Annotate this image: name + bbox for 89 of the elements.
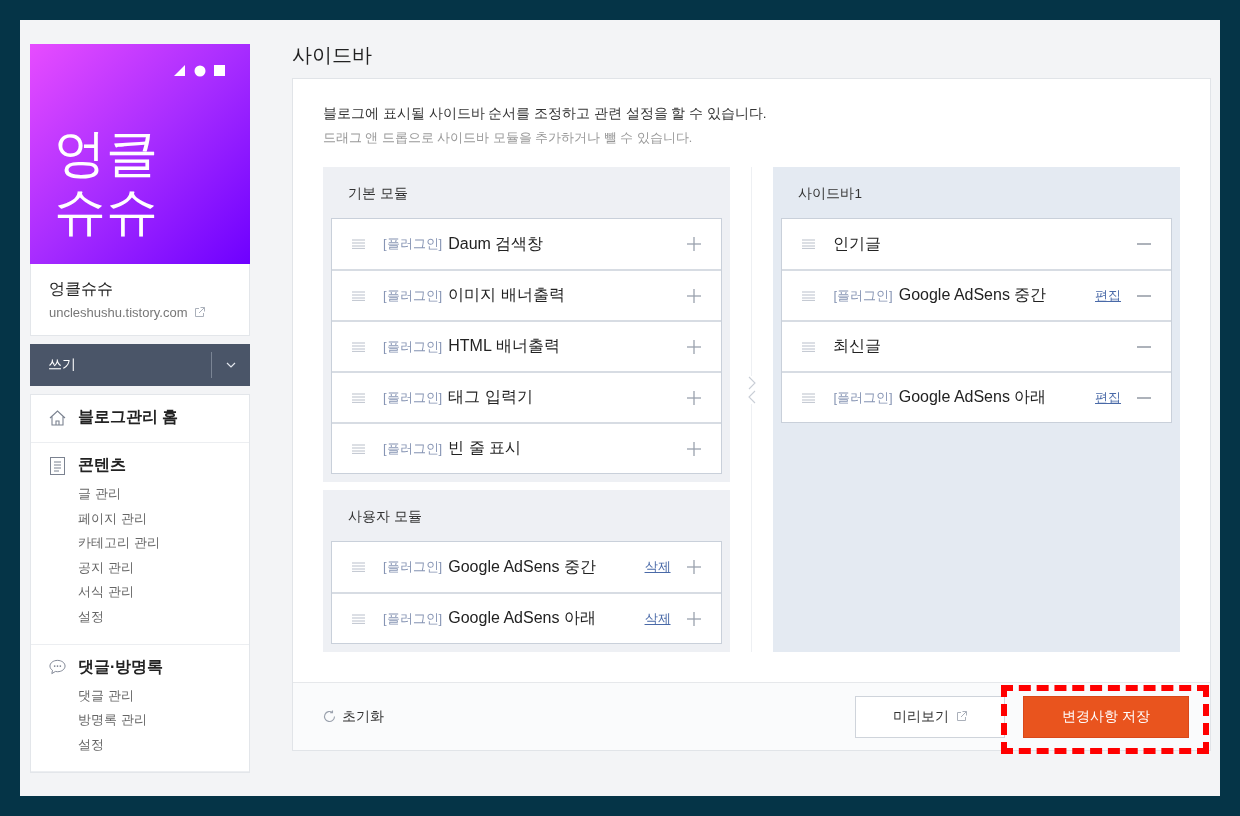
home-icon bbox=[49, 409, 66, 426]
drag-handle-icon[interactable] bbox=[352, 613, 365, 624]
module-name: Google AdSens 아래 bbox=[898, 387, 1047, 407]
add-icon[interactable] bbox=[686, 237, 701, 251]
plugin-tag: [플러그인] bbox=[383, 235, 443, 253]
refresh-icon bbox=[323, 710, 336, 723]
external-link-icon[interactable] bbox=[193, 307, 205, 318]
module-link[interactable]: 삭제 bbox=[644, 609, 671, 628]
nav-subitem[interactable]: 댓글 관리 bbox=[78, 683, 231, 709]
nav-item[interactable]: 댓글·방명록 bbox=[78, 656, 164, 678]
nav-subitem[interactable]: 공지 관리 bbox=[78, 555, 231, 581]
nav-subitem[interactable]: 설정 bbox=[78, 732, 231, 758]
blog-name: 엉클슈슈 bbox=[49, 279, 114, 299]
add-icon[interactable] bbox=[686, 339, 701, 354]
nav-item[interactable]: 블로그관리 홈 bbox=[78, 407, 179, 428]
module-item[interactable]: [플러그인] 빈 줄 표시 bbox=[332, 422, 721, 473]
drag-handle-icon[interactable] bbox=[352, 290, 365, 301]
drag-handle-icon[interactable] bbox=[802, 392, 816, 403]
module-name: 태그 입력기 bbox=[448, 387, 533, 407]
page-title: 사이드바 bbox=[292, 44, 373, 66]
module-item[interactable]: [플러그인] HTML 배너출력 bbox=[332, 320, 721, 371]
nav-subitem[interactable]: 설정 bbox=[78, 604, 231, 630]
nav-subitem[interactable]: 서식 관리 bbox=[78, 580, 231, 605]
add-icon[interactable] bbox=[686, 611, 701, 626]
drag-handle-icon[interactable] bbox=[802, 239, 816, 249]
module-item[interactable]: [플러그인] 이미지 배너출력 bbox=[332, 269, 721, 320]
module-item[interactable]: [플러그인] 태그 입력기 bbox=[332, 371, 721, 422]
save-changes-button[interactable]: 변경사항 저장 bbox=[1023, 695, 1189, 738]
blog-url-link[interactable]: uncleshushu.tistory.com bbox=[49, 305, 188, 320]
write-button[interactable]: 쓰기 bbox=[30, 344, 250, 386]
drag-handle-icon[interactable] bbox=[352, 443, 365, 454]
drag-handle-icon[interactable] bbox=[352, 341, 365, 352]
section-title: 사용자 모듈 bbox=[347, 508, 423, 526]
module-name: Google AdSens 아래 bbox=[448, 608, 596, 628]
module-link[interactable]: 삭제 bbox=[644, 558, 671, 576]
nav-item[interactable]: 콘텐츠 bbox=[78, 455, 126, 476]
module-name: HTML 배너출력 bbox=[448, 336, 560, 356]
plugin-tag: [플러그인] bbox=[383, 337, 443, 356]
module-name: Google AdSens 중간 bbox=[898, 285, 1047, 305]
add-icon[interactable] bbox=[686, 441, 701, 456]
remove-icon[interactable] bbox=[1137, 396, 1151, 399]
add-icon[interactable] bbox=[686, 560, 701, 574]
remove-icon[interactable] bbox=[1137, 294, 1151, 297]
external-link-icon bbox=[956, 711, 967, 722]
module-item[interactable]: 인기글 bbox=[782, 219, 1171, 269]
drag-handle-icon[interactable] bbox=[802, 290, 816, 301]
nav-subitem[interactable]: 글 관리 bbox=[78, 482, 231, 507]
module-name: Google AdSens 중간 bbox=[448, 556, 596, 577]
module-item[interactable]: 최신글 bbox=[782, 320, 1171, 371]
module-link[interactable]: 편집 bbox=[1095, 388, 1121, 407]
nav-subitem[interactable]: 페이지 관리 bbox=[78, 506, 231, 532]
drag-handle-icon[interactable] bbox=[352, 239, 365, 249]
nav-subitem[interactable]: 카테고리 관리 bbox=[78, 531, 231, 556]
chevron-down-icon[interactable] bbox=[226, 362, 236, 368]
document-icon bbox=[49, 456, 66, 475]
module-item[interactable]: [플러그인] Google AdSens 중간 편집 bbox=[782, 269, 1171, 320]
shapes-icon bbox=[174, 65, 226, 77]
module-link[interactable]: 편집 bbox=[1095, 286, 1121, 305]
reset-button[interactable]: 초기화 bbox=[323, 707, 384, 726]
plugin-tag: [플러그인] bbox=[383, 388, 443, 407]
preview-button[interactable]: 미리보기 bbox=[855, 695, 1005, 738]
description-text: 블로그에 표시될 사이드바 순서를 조정하고 관련 설정을 할 수 있습니다. bbox=[323, 105, 768, 123]
module-item[interactable]: [플러그인] Daum 검색창 bbox=[332, 219, 721, 269]
add-icon[interactable] bbox=[686, 288, 701, 303]
drag-handle-icon[interactable] bbox=[352, 392, 365, 403]
speech-bubble-icon bbox=[49, 659, 66, 676]
add-icon[interactable] bbox=[686, 390, 701, 405]
plugin-tag: [플러그인] bbox=[833, 388, 893, 407]
drag-handle-icon[interactable] bbox=[802, 341, 816, 352]
hint-text: 드래그 앤 드롭으로 사이드바 모듈을 추가하거나 뺄 수 있습니다. bbox=[323, 130, 694, 147]
drag-handle-icon[interactable] bbox=[352, 562, 365, 572]
plugin-tag: [플러그인] bbox=[383, 558, 443, 576]
nav-subitem[interactable]: 방명록 관리 bbox=[78, 708, 231, 733]
module-item[interactable]: [플러그인] Google AdSens 중간 삭제 bbox=[332, 542, 721, 592]
module-item[interactable]: [플러그인] Google AdSens 아래 삭제 bbox=[332, 592, 721, 643]
plugin-tag: [플러그인] bbox=[833, 286, 893, 305]
module-name: 최신글 bbox=[833, 336, 882, 356]
module-name: 이미지 배너출력 bbox=[448, 285, 565, 305]
plugin-tag: [플러그인] bbox=[383, 439, 443, 458]
module-name: 빈 줄 표시 bbox=[448, 438, 522, 458]
plugin-tag: [플러그인] bbox=[383, 286, 443, 305]
section-title: 기본 모듈 bbox=[347, 185, 409, 203]
remove-icon[interactable] bbox=[1137, 345, 1151, 348]
module-item[interactable]: [플러그인] Google AdSens 아래 편집 bbox=[782, 371, 1171, 422]
plugin-tag: [플러그인] bbox=[383, 609, 443, 628]
section-title: 사이드바1 bbox=[797, 185, 863, 203]
module-name: 인기글 bbox=[833, 233, 882, 254]
module-name: Daum 검색창 bbox=[448, 233, 544, 254]
logo-text: 엉클 슈슈 bbox=[54, 124, 159, 240]
